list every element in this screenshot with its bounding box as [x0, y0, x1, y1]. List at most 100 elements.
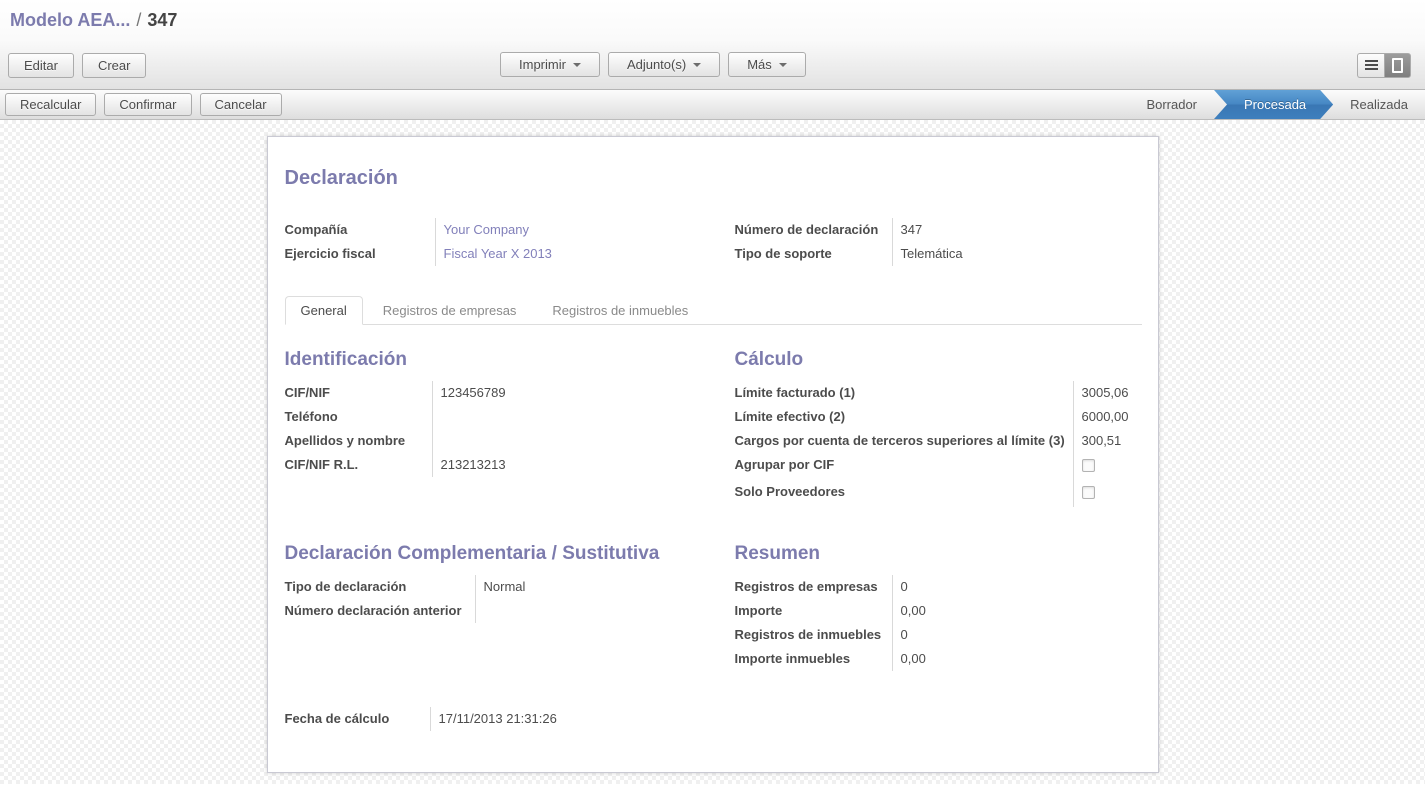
agrupar-por-cif-checkbox[interactable] — [1082, 459, 1095, 472]
field-value: 123456789 — [432, 381, 735, 405]
form-view-background: Declaración Compañía Your Company Ejerci… — [0, 120, 1425, 784]
field-value: 0,00 — [892, 599, 1142, 623]
field-label: Ejercicio fiscal — [285, 242, 435, 266]
chevron-down-icon — [693, 63, 701, 67]
field-label: Solo Proveedores — [735, 480, 1073, 507]
field-value: 300,51 — [1073, 429, 1142, 453]
notebook-tabs: General Registros de empresas Registros … — [285, 296, 1142, 325]
field-value: Normal — [475, 575, 735, 599]
field-value: 0,00 — [892, 647, 1142, 671]
field-row-tipo-declaracion: Tipo de declaración Normal — [285, 575, 735, 599]
field-value — [432, 429, 735, 453]
field-label: Teléfono — [285, 405, 432, 429]
form-sheet: Declaración Compañía Your Company Ejerci… — [267, 136, 1159, 773]
print-dropdown-button[interactable]: Imprimir — [500, 52, 600, 77]
field-row-registros-de-empresas: Registros de empresas 0 — [735, 575, 1142, 599]
field-label: Compañía — [285, 218, 435, 242]
field-row-registros-de-inmuebles: Registros de inmuebles 0 — [735, 623, 1142, 647]
field-label: Cargos por cuenta de terceros superiores… — [735, 429, 1073, 453]
section-calculo: Cálculo Límite facturado (1) 3005,06 Lím… — [735, 349, 1142, 507]
field-row-limite-efectivo: Límite efectivo (2) 6000,00 — [735, 405, 1142, 429]
form-icon — [1392, 58, 1403, 73]
tab-general[interactable]: General — [285, 296, 363, 325]
field-label: Fecha de cálculo — [285, 707, 430, 731]
field-row-cif-nif-rl: CIF/NIF R.L. 213213213 — [285, 453, 735, 477]
field-row-importe-inmuebles: Importe inmuebles 0,00 — [735, 647, 1142, 671]
form-action-bar: Recalcular Confirmar Cancelar Borrador P… — [0, 90, 1425, 120]
field-row-numero-declaracion-anterior: Número declaración anterior — [285, 599, 735, 623]
statusbar: Borrador Procesada Realizada — [1131, 90, 1423, 119]
field-row-fecha-de-calculo: Fecha de cálculo 17/11/2013 21:31:26 — [285, 707, 735, 731]
field-label: Registros de empresas — [735, 575, 892, 599]
field-value: 6000,00 — [1073, 405, 1142, 429]
field-row-limite-facturado: Límite facturado (1) 3005,06 — [735, 381, 1142, 405]
edit-button[interactable]: Editar — [8, 53, 74, 78]
section-fecha-calculo: Fecha de cálculo 17/11/2013 21:31:26 — [285, 707, 735, 731]
section-title: Declaración Complementaria / Sustitutiva — [285, 543, 735, 565]
field-label: Tipo de soporte — [735, 242, 892, 266]
status-realizada: Realizada — [1335, 90, 1423, 119]
field-label: Importe inmuebles — [735, 647, 892, 671]
section-title: Cálculo — [735, 349, 1142, 371]
toolbar-center-group: Imprimir Adjunto(s) Más — [500, 52, 806, 77]
field-value — [475, 599, 735, 623]
chevron-down-icon — [573, 63, 581, 67]
field-value: 213213213 — [432, 453, 735, 477]
list-view-button[interactable] — [1357, 53, 1384, 78]
form-view-button[interactable] — [1384, 53, 1411, 78]
chevron-down-icon — [779, 63, 787, 67]
field-row-importe: Importe 0,00 — [735, 599, 1142, 623]
attachments-dropdown-label: Adjunto(s) — [627, 57, 686, 72]
tab-registros-de-inmuebles[interactable]: Registros de inmuebles — [536, 296, 704, 325]
breadcrumb-parent-link[interactable]: Modelo AEA... — [10, 10, 130, 31]
field-value: 3005,06 — [1073, 381, 1142, 405]
field-row-numero-declaracion: Número de declaración 347 — [735, 218, 1142, 242]
section-identificacion: Identificación CIF/NIF 123456789 Teléfon… — [285, 349, 735, 507]
section-title: Identificación — [285, 349, 735, 371]
section-resumen: Resumen Registros de empresas 0 Importe … — [735, 543, 1142, 671]
field-value: 17/11/2013 21:31:26 — [430, 707, 735, 731]
section-title: Resumen — [735, 543, 1142, 565]
recalculate-button[interactable]: Recalcular — [5, 93, 96, 116]
field-value: 0 — [892, 623, 1142, 647]
list-icon — [1365, 60, 1378, 62]
tab-registros-de-empresas[interactable]: Registros de empresas — [367, 296, 533, 325]
print-dropdown-label: Imprimir — [519, 57, 566, 72]
breadcrumb-separator: / — [136, 10, 141, 31]
field-value: 0 — [892, 575, 1142, 599]
breadcrumb-current: 347 — [147, 10, 177, 31]
section-complementaria: Declaración Complementaria / Sustitutiva… — [285, 543, 735, 671]
fiscal-year-link[interactable]: Fiscal Year X 2013 — [444, 246, 552, 261]
field-row-agrupar-por-cif: Agrupar por CIF — [735, 453, 1142, 480]
confirm-button[interactable]: Confirmar — [104, 93, 191, 116]
field-label: CIF/NIF R.L. — [285, 453, 432, 477]
more-dropdown-button[interactable]: Más — [728, 52, 806, 77]
field-row-telefono: Teléfono — [285, 405, 735, 429]
field-label: Límite facturado (1) — [735, 381, 1073, 405]
header-field-groups: Compañía Your Company Ejercicio fiscal F… — [285, 218, 1142, 266]
more-dropdown-label: Más — [747, 57, 772, 72]
cancel-button[interactable]: Cancelar — [200, 93, 282, 116]
field-value — [432, 405, 735, 429]
field-row-tipo-soporte: Tipo de soporte Telemática — [735, 242, 1142, 266]
field-row-solo-proveedores: Solo Proveedores — [735, 480, 1142, 507]
field-label: Registros de inmuebles — [735, 623, 892, 647]
company-link[interactable]: Your Company — [444, 222, 530, 237]
breadcrumb: Modelo AEA... / 347 — [0, 0, 1425, 40]
field-row-cif-nif: CIF/NIF 123456789 — [285, 381, 735, 405]
tab-content-general: Identificación CIF/NIF 123456789 Teléfon… — [285, 325, 1142, 731]
toolbar: Editar Crear Imprimir Adjunto(s) Más — [0, 40, 1425, 90]
field-label: Agrupar por CIF — [735, 453, 1073, 480]
field-label: Tipo de declaración — [285, 575, 475, 599]
view-manager-header: Modelo AEA... / 347 Editar Crear Imprimi… — [0, 0, 1425, 90]
status-borrador: Borrador — [1131, 90, 1212, 119]
field-row-cargos-terceros: Cargos por cuenta de terceros superiores… — [735, 429, 1142, 453]
solo-proveedores-checkbox[interactable] — [1082, 486, 1095, 499]
field-row-ejercicio-fiscal: Ejercicio fiscal Fiscal Year X 2013 — [285, 242, 735, 266]
field-value: 347 — [892, 218, 1142, 242]
field-row-compania: Compañía Your Company — [285, 218, 735, 242]
create-button[interactable]: Crear — [82, 53, 147, 78]
field-label: Número de declaración — [735, 218, 892, 242]
attachments-dropdown-button[interactable]: Adjunto(s) — [608, 52, 720, 77]
field-label: Número declaración anterior — [285, 599, 475, 623]
